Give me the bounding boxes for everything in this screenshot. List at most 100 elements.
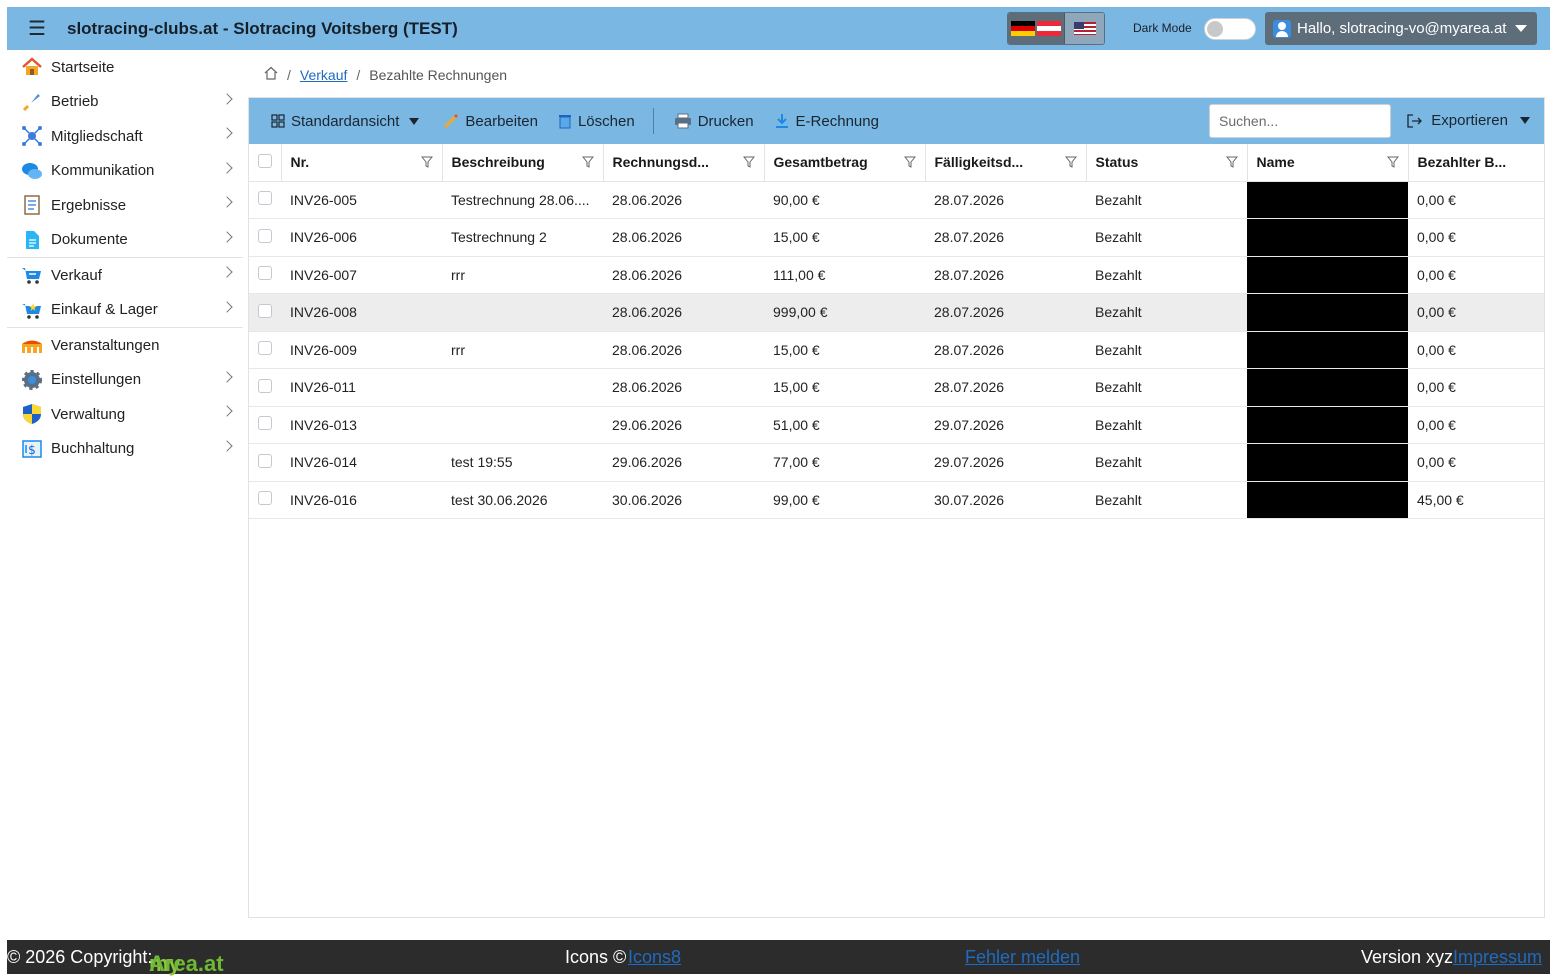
cart-icon [21,264,43,286]
cell-total: 15,00 € [764,368,925,407]
cell-status: Bezahlt [1086,218,1247,257]
sidebar-item-dokumente[interactable]: Dokumente [7,223,243,258]
sidebar-item-mitgliedschaft[interactable]: Mitgliedschaft [7,119,243,154]
column-header-status[interactable]: Status [1086,144,1248,182]
trash-icon [558,113,572,129]
filter-icon[interactable] [581,156,594,168]
edit-button[interactable]: Bearbeiten [443,113,538,130]
sidebar-item-startseite[interactable]: Startseite [7,50,243,85]
cell-invoice-date: 28.06.2026 [603,181,764,219]
sidebar-item-ergebnisse[interactable]: Ergebnisse [7,188,243,223]
grid-toolbar: Standardansicht Bearbeiten Löschen Druck… [249,98,1544,144]
table-row[interactable]: INV26-009 rrr 28.06.2026 15,00 €28.07.2026 B… [249,331,1544,369]
e-invoice-label: E-Rechnung [795,112,879,130]
breadcrumb: / Verkauf / Bezahlte Rechnungen [264,66,507,83]
cell-due-date: 28.07.2026 [925,218,1086,257]
sidebar-item-label: Einstellungen [51,371,142,389]
row-checkbox[interactable] [258,303,272,318]
cell-due-date: 30.07.2026 [925,481,1086,519]
stadium-icon [21,334,43,356]
sidebar-item-veranstaltungen[interactable]: Veranstaltungen [7,328,243,363]
row-checkbox[interactable] [258,228,272,243]
column-header-beschreibung[interactable]: Beschreibung [442,144,604,182]
sidebar-item-betrieb[interactable]: Betrieb [7,85,243,120]
cell-total: 51,00 € [764,406,925,444]
app-title: slotracing-clubs.at - Slotracing Voitsbe… [67,18,458,38]
table-row[interactable]: INV26-016 test 30.06.2026 30.06.2026 99,00 … [249,481,1544,519]
cell-nr: INV26-014 [281,443,442,482]
chevron-right-icon [221,127,233,139]
row-checkbox[interactable] [258,416,272,431]
filter-icon[interactable] [742,156,755,168]
filter-icon[interactable] [420,156,433,168]
print-button[interactable]: Drucken [674,113,754,130]
printer-icon [674,113,692,129]
export-button[interactable]: Exportieren [1407,112,1530,129]
row-checkbox[interactable] [258,453,272,468]
cell-status: Bezahlt [1086,406,1247,444]
row-checkbox[interactable] [258,191,272,206]
toolbar-divider [652,108,654,134]
cell-description [442,406,603,444]
user-icon [1273,19,1291,38]
row-checkbox[interactable] [258,491,272,506]
column-header-gesamtbetrag[interactable]: Gesamtbetrag [764,144,926,182]
delete-button[interactable]: Löschen [558,113,635,130]
cell-nr: INV26-005 [281,181,442,219]
select-all-header [249,144,282,182]
column-header-nr[interactable]: Nr. [281,144,443,182]
cell-invoice-date: 29.06.2026 [603,443,764,482]
sidebar-item-verkauf[interactable]: Verkauf [7,258,243,293]
table-row[interactable]: INV26-005 Testrechnung 28.06.... 28.06.202… [249,181,1544,219]
row-checkbox[interactable] [258,341,272,356]
column-header-bezahlter-betrag[interactable]: Bezahlter B... [1408,144,1544,182]
sidebar-item-buchhaltung[interactable]: $ Buchhaltung [7,432,243,467]
language-german-button[interactable] [1008,13,1064,44]
view-selector-button[interactable]: Standardansicht [271,113,420,130]
cell-total: 99,00 € [764,481,925,519]
sidebar-item-einkauf-lager[interactable]: Einkauf & Lager [7,293,243,328]
table-row[interactable]: INV26-011 28.06.2026 15,00 €28.07.2026 Beza… [249,368,1544,407]
row-checkbox[interactable] [258,378,272,393]
chevron-right-icon [221,370,233,383]
table-row[interactable]: INV26-007 rrr 28.06.2026 111,00 €28.07.2026… [249,256,1544,294]
pencil-icon [443,113,459,129]
icons8-link[interactable]: Icons8 [628,947,681,968]
brand-area: Area.at [149,951,224,976]
select-all-checkbox[interactable] [258,153,272,168]
user-menu-button[interactable]: Hallo, slotracing-vo@myarea.at [1265,12,1537,45]
table-row[interactable]: INV26-014 test 19:55 29.06.2026 77,00 €29.0… [249,443,1544,482]
dark-mode-toggle[interactable] [1204,18,1256,40]
column-header-name[interactable]: Name [1247,144,1409,182]
filter-icon[interactable] [903,156,916,168]
cell-status: Bezahlt [1086,481,1247,519]
filter-icon[interactable] [1064,156,1077,168]
table-row[interactable]: INV26-006 Testrechnung 2 28.06.2026 15,00 €… [249,218,1544,257]
sidebar-item-label: Startseite [51,58,115,76]
sidebar-item-verwaltung[interactable]: Verwaltung [7,397,243,432]
invoice-table: Nr. Beschreibung Rechnungsd... Gesamtbet… [249,144,1544,519]
report-error-link[interactable]: Fehler melden [965,947,1080,968]
rocket-icon [21,91,43,113]
hamburger-menu-icon[interactable]: ☰ [7,16,67,41]
search-input[interactable] [1209,104,1391,138]
e-invoice-button[interactable]: E-Rechnung [774,113,879,130]
cell-select [249,181,281,219]
row-checkbox[interactable] [258,266,272,281]
column-title: Bezahlter B... [1417,154,1507,171]
column-header-rechnungsdatum[interactable]: Rechnungsd... [603,144,765,182]
cell-paid-amount: 0,00 € [1408,406,1544,444]
imprint-link[interactable]: Impressum [1453,947,1542,968]
table-row[interactable]: INV26-013 29.06.2026 51,00 €29.07.2026 Beza… [249,406,1544,444]
filter-icon[interactable] [1225,156,1238,168]
version-text: Version xyz [1361,947,1454,967]
table-row[interactable]: INV26-008 28.06.2026 999,00 €28.07.2026 Bez… [249,293,1544,332]
language-english-button[interactable] [1064,13,1104,44]
home-icon[interactable] [264,66,278,83]
breadcrumb-link-verkauf[interactable]: Verkauf [300,67,347,83]
column-header-faelligkeitsdatum[interactable]: Fälligkeitsd... [925,144,1087,182]
breadcrumb-current: Bezahlte Rechnungen [369,66,508,83]
filter-icon[interactable] [1386,156,1399,168]
sidebar-item-einstellungen[interactable]: Einstellungen [7,363,243,398]
sidebar-item-kommunikation[interactable]: Kommunikation [7,154,243,189]
